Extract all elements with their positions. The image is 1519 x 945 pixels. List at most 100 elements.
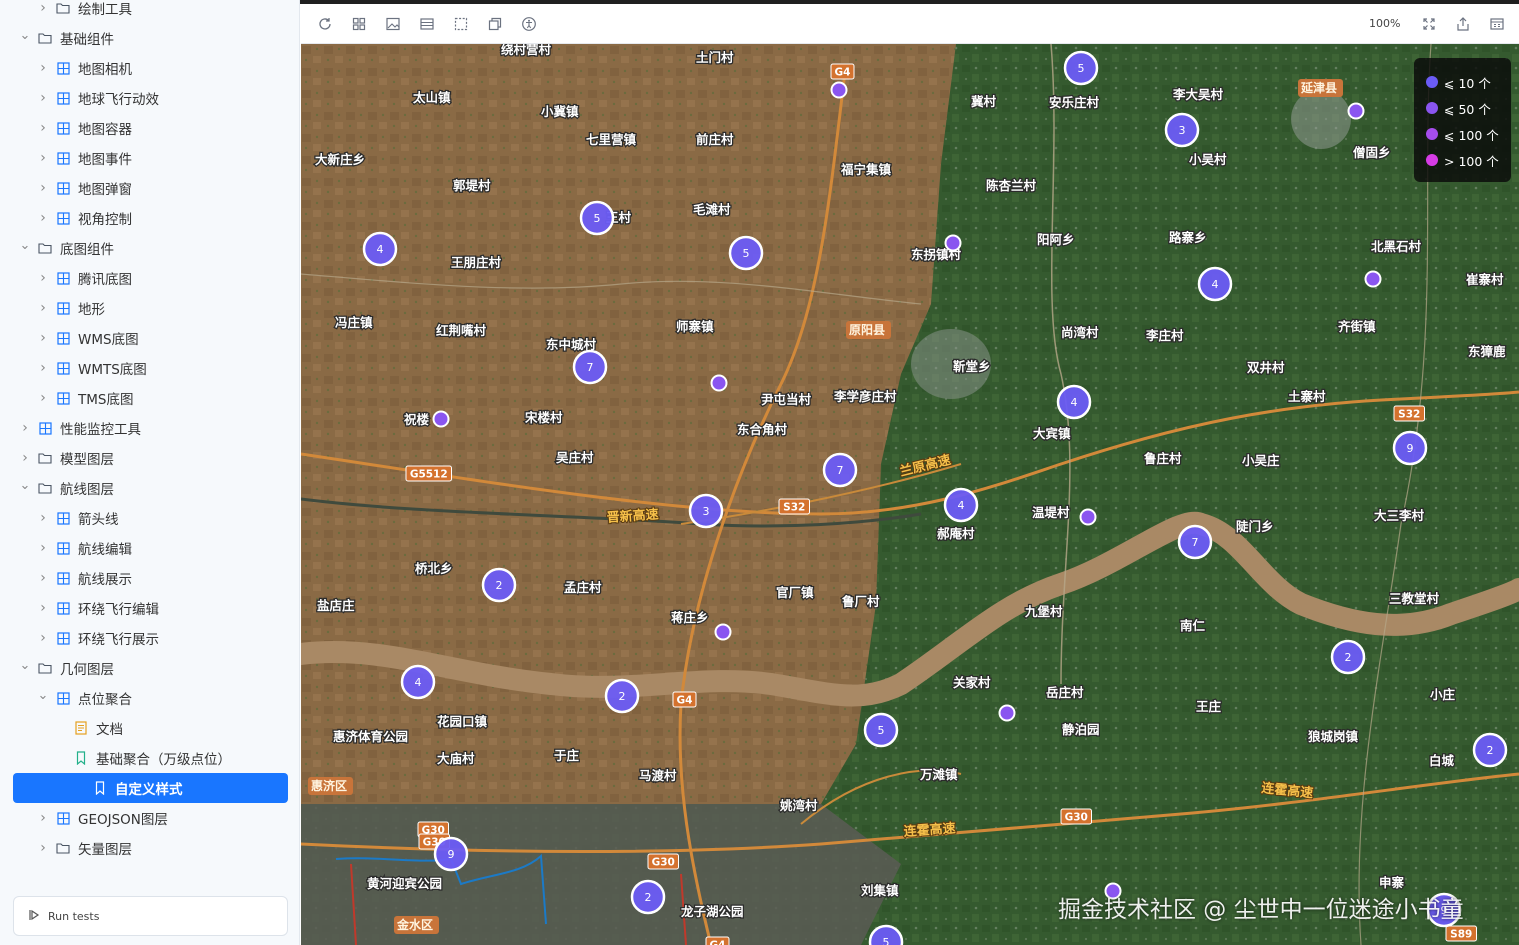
chevron-right-icon[interactable]: › — [36, 60, 50, 76]
satellite-map[interactable]: 绕村营村 土门村太山镇小冀镇七里营镇 前庄村 冀村 安乐庄村 李大吴村 延津县大新庄乡郭堤村… — [301, 44, 1519, 945]
point-marker[interactable] — [998, 704, 1016, 722]
cluster-marker[interactable]: 4 — [400, 664, 436, 700]
cluster-marker[interactable]: 4 — [1056, 384, 1092, 420]
tree-item[interactable]: ⌄ 航线图层 — [0, 473, 300, 503]
cluster-marker[interactable]: 5 — [579, 200, 615, 236]
cluster-marker[interactable]: 9 — [433, 836, 469, 872]
chevron-down-icon[interactable]: ⌄ — [18, 28, 32, 43]
point-marker[interactable] — [830, 81, 848, 99]
accessibility-icon[interactable] — [521, 16, 537, 32]
copy-icon[interactable] — [487, 16, 503, 32]
chevron-right-icon[interactable]: › — [36, 180, 50, 196]
cluster-marker[interactable]: 2 — [630, 879, 666, 915]
chevron-right-icon[interactable]: › — [36, 120, 50, 136]
tree-item[interactable]: ⌄ 点位聚合 — [0, 683, 300, 713]
select-box-icon[interactable] — [453, 16, 469, 32]
tree-item[interactable]: › 绘制工具 — [0, 0, 300, 23]
tree-item[interactable]: › 地形 — [0, 293, 300, 323]
tree-item[interactable]: › GEOJSON图层 — [0, 803, 300, 833]
grid-icon[interactable] — [351, 16, 367, 32]
tree-item[interactable]: › WMTS底图 — [0, 353, 300, 383]
tree-item[interactable]: ⌄ 几何图层 — [0, 653, 300, 683]
tree-item[interactable]: › 航线编辑 — [0, 533, 300, 563]
chevron-right-icon[interactable]: › — [36, 600, 50, 616]
tree-item[interactable]: 文档 — [0, 713, 300, 743]
cluster-marker[interactable]: 7 — [822, 452, 858, 488]
cluster-marker[interactable]: 2 — [481, 567, 517, 603]
share-icon[interactable] — [1455, 16, 1471, 32]
tree-item[interactable]: › 环绕飞行编辑 — [0, 593, 300, 623]
cluster-marker[interactable]: 4 — [362, 231, 398, 267]
tree-item[interactable]: › WMS底图 — [0, 323, 300, 353]
chevron-down-icon[interactable]: ⌄ — [18, 238, 32, 253]
chevron-right-icon[interactable]: › — [36, 150, 50, 166]
chevron-right-icon[interactable]: › — [36, 210, 50, 226]
tree-item[interactable]: › 航线展示 — [0, 563, 300, 593]
tree-item[interactable]: › 模型图层 — [0, 443, 300, 473]
tree-item[interactable]: › 箭头线 — [0, 503, 300, 533]
chevron-right-icon[interactable]: › — [36, 0, 50, 16]
cluster-marker[interactable]: 3 — [1164, 112, 1200, 148]
chevron-right-icon[interactable]: › — [36, 90, 50, 106]
point-marker[interactable] — [1079, 508, 1097, 526]
cluster-marker[interactable]: 7 — [572, 349, 608, 385]
chevron-right-icon[interactable]: › — [18, 450, 32, 466]
cluster-marker[interactable]: 2 — [1472, 732, 1508, 768]
tree-item[interactable]: 基础聚合（万级点位） — [0, 743, 300, 773]
chevron-right-icon[interactable]: › — [36, 510, 50, 526]
tree-item[interactable]: › 矢量图层 — [0, 833, 300, 863]
point-marker[interactable] — [944, 234, 962, 252]
cluster-marker[interactable]: 4 — [1197, 266, 1233, 302]
cluster-marker[interactable]: 5 — [863, 712, 899, 748]
chevron-right-icon[interactable]: › — [36, 540, 50, 556]
chevron-right-icon[interactable]: › — [36, 300, 50, 316]
point-marker[interactable] — [1347, 102, 1365, 120]
chevron-right-icon[interactable]: › — [36, 840, 50, 856]
tree-item[interactable]: › 腾讯底图 — [0, 263, 300, 293]
tree-item[interactable]: › 地球飞行动效 — [0, 83, 300, 113]
tree-item[interactable]: 自定义样式 — [13, 773, 288, 803]
point-marker[interactable] — [1364, 270, 1382, 288]
zoom-level[interactable]: 100% — [1369, 17, 1400, 30]
place-label: 白城 — [1429, 753, 1455, 768]
cluster-marker[interactable]: 9 — [1392, 430, 1428, 466]
chevron-down-icon[interactable]: ⌄ — [18, 478, 32, 493]
tree-item[interactable]: ⌄ 底图组件 — [0, 233, 300, 263]
run-tests-button[interactable]: Run tests — [13, 896, 288, 936]
cluster-marker[interactable]: 5 — [728, 235, 764, 271]
reload-icon[interactable] — [317, 16, 333, 32]
cluster-marker[interactable]: 2 — [604, 678, 640, 714]
point-marker[interactable] — [714, 623, 732, 641]
chevron-right-icon[interactable]: › — [36, 390, 50, 406]
cluster-marker[interactable]: 2 — [1330, 639, 1366, 675]
chevron-down-icon[interactable]: ⌄ — [18, 658, 32, 673]
cluster-marker[interactable]: 3 — [688, 493, 724, 529]
tree-item[interactable]: › 地图事件 — [0, 143, 300, 173]
chevron-right-icon[interactable]: › — [36, 330, 50, 346]
tree-item[interactable]: › 视角控制 — [0, 203, 300, 233]
cluster-marker[interactable]: 5 — [1063, 50, 1099, 86]
chevron-right-icon[interactable]: › — [36, 630, 50, 646]
layout-icon[interactable] — [419, 16, 435, 32]
cluster-marker[interactable]: 7 — [1177, 524, 1213, 560]
chevron-right-icon[interactable]: › — [36, 360, 50, 376]
chevron-right-icon[interactable]: › — [36, 270, 50, 286]
chevron-down-icon[interactable]: ⌄ — [36, 688, 50, 703]
point-marker[interactable] — [710, 374, 728, 392]
panel-icon[interactable] — [1489, 16, 1505, 32]
map-canvas[interactable]: 绕村营村 土门村 太山镇 小冀镇 七里营镇 前庄村 冀村 安乐庄村 李大吴村 延津县 大新庄乡 郭堤村… — [301, 44, 1519, 945]
chevron-right-icon[interactable]: › — [18, 420, 32, 436]
image-icon[interactable] — [385, 16, 401, 32]
fullscreen-icon[interactable] — [1421, 16, 1437, 32]
chevron-right-icon[interactable]: › — [36, 810, 50, 826]
cluster-marker[interactable]: 4 — [943, 487, 979, 523]
tree-item[interactable]: › 地图相机 — [0, 53, 300, 83]
point-marker[interactable] — [432, 410, 450, 428]
tree-item[interactable]: › 地图容器 — [0, 113, 300, 143]
chevron-right-icon[interactable]: › — [36, 570, 50, 586]
tree-item[interactable]: › 性能监控工具 — [0, 413, 300, 443]
tree-item[interactable]: › TMS底图 — [0, 383, 300, 413]
tree-item[interactable]: › 环绕飞行展示 — [0, 623, 300, 653]
tree-item[interactable]: ⌄ 基础组件 — [0, 23, 300, 53]
tree-item[interactable]: › 地图弹窗 — [0, 173, 300, 203]
